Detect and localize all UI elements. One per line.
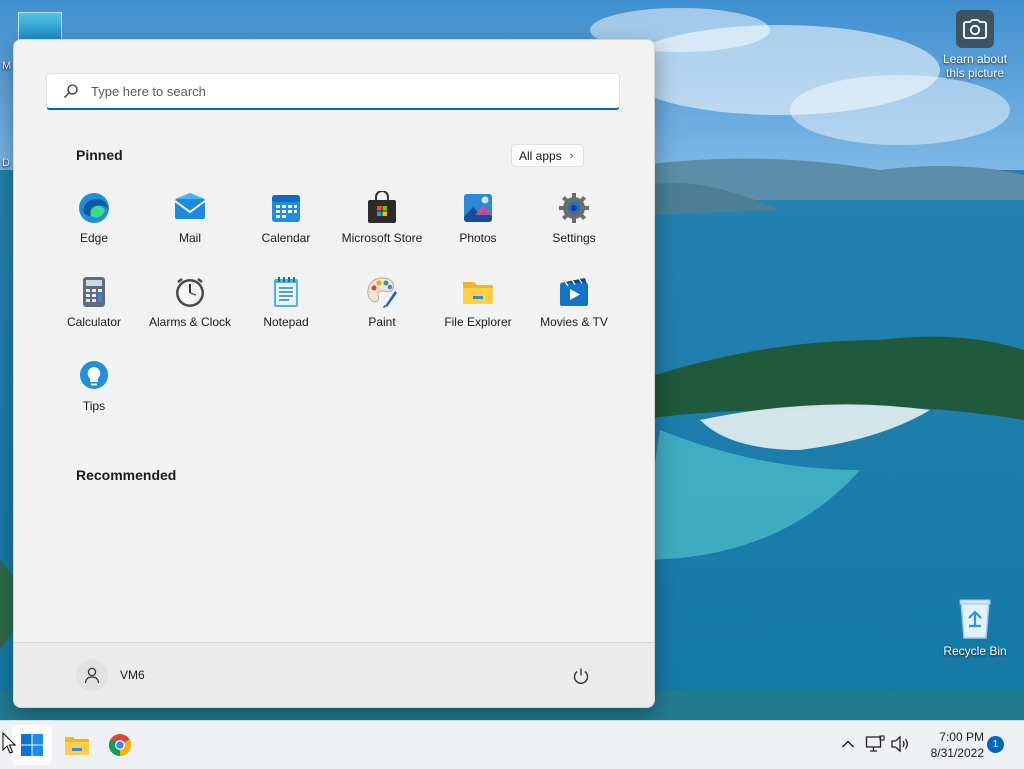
app-label: Photos bbox=[459, 231, 497, 245]
folder-icon bbox=[65, 737, 89, 755]
tips-icon bbox=[80, 361, 108, 389]
app-label: Microsoft Store bbox=[341, 231, 423, 245]
clock-icon bbox=[176, 278, 204, 307]
taskbar-file-explorer[interactable] bbox=[57, 725, 97, 765]
pinned-app-microsoft-store[interactable]: Microsoft Store bbox=[334, 186, 430, 256]
network-icon bbox=[865, 735, 885, 752]
calendar-icon bbox=[272, 195, 300, 222]
mail-icon bbox=[174, 193, 206, 219]
pinned-app-calculator[interactable]: Calculator bbox=[46, 270, 142, 340]
power-icon bbox=[573, 668, 589, 684]
store-icon bbox=[368, 191, 396, 223]
chevron-right-icon: › bbox=[569, 149, 574, 162]
recycle-bin-shortcut[interactable]: Recycle Bin bbox=[940, 596, 1010, 658]
pinned-app-edge[interactable]: Edge bbox=[46, 186, 142, 256]
all-apps-button[interactable]: All apps › bbox=[511, 144, 585, 167]
notification-badge[interactable]: 1 bbox=[987, 736, 1004, 753]
calculator-icon bbox=[83, 277, 105, 307]
gear-icon bbox=[559, 193, 589, 223]
user-account-button[interactable]: VM6 bbox=[76, 659, 145, 691]
pinned-app-mail[interactable]: Mail bbox=[142, 186, 238, 256]
volume-button[interactable] bbox=[888, 731, 912, 757]
app-label: Calendar bbox=[261, 231, 311, 245]
show-hidden-icons-button[interactable] bbox=[836, 731, 860, 757]
app-label: Calculator bbox=[66, 315, 122, 329]
app-label: Alarms & Clock bbox=[148, 315, 231, 329]
chevron-up-icon bbox=[842, 740, 854, 748]
pinned-app-photos[interactable]: Photos bbox=[430, 186, 526, 256]
pinned-app-calendar[interactable]: Calendar bbox=[238, 186, 334, 256]
pinned-app-notepad[interactable]: Notepad bbox=[238, 270, 334, 340]
app-label: Notepad bbox=[263, 315, 309, 329]
start-menu-footer: VM6 bbox=[14, 642, 654, 707]
recycle-bin-label: Recycle Bin bbox=[943, 644, 1007, 658]
clock-time: 7:00 PM bbox=[939, 730, 984, 744]
pinned-section-title: Pinned bbox=[76, 147, 123, 163]
user-avatar-icon bbox=[76, 659, 108, 691]
recommended-section-title: Recommended bbox=[76, 467, 177, 483]
search-input[interactable] bbox=[89, 82, 573, 100]
app-label: Tips bbox=[82, 399, 106, 413]
folder-icon bbox=[463, 282, 493, 304]
chrome-icon bbox=[109, 734, 131, 756]
clock-date: 8/31/2022 bbox=[930, 746, 984, 760]
search-box[interactable] bbox=[46, 73, 620, 110]
camera-icon bbox=[956, 10, 994, 48]
all-apps-label: All apps bbox=[519, 148, 562, 163]
app-label: Movies & TV bbox=[540, 315, 608, 329]
edge-icon bbox=[79, 193, 109, 223]
notepad-icon bbox=[274, 277, 298, 307]
photos-icon bbox=[464, 194, 492, 222]
windows-logo-icon bbox=[21, 734, 43, 756]
speaker-icon bbox=[891, 735, 908, 753]
taskbar: 7:00 PM 8/31/2022 1 bbox=[0, 720, 1024, 769]
pinned-app-paint[interactable]: Paint bbox=[334, 270, 430, 340]
movies-icon bbox=[560, 278, 588, 306]
paint-icon bbox=[367, 277, 397, 308]
start-menu: Pinned All apps › Edge Mail Calendar Mic… bbox=[13, 39, 655, 708]
app-label: Paint bbox=[368, 315, 396, 329]
pinned-app-tips[interactable]: Tips bbox=[46, 354, 142, 424]
start-button[interactable] bbox=[12, 725, 52, 765]
learn-about-picture-label: Learn about this picture bbox=[942, 52, 1008, 80]
app-label: Settings bbox=[552, 231, 596, 245]
pinned-app-alarms-clock[interactable]: Alarms & Clock bbox=[142, 270, 238, 340]
recycle-bin-icon bbox=[955, 596, 995, 640]
pinned-app-file-explorer[interactable]: File Explorer bbox=[430, 270, 526, 340]
desktop-icon-label: D bbox=[2, 157, 10, 169]
learn-about-picture-button[interactable]: Learn about this picture bbox=[938, 10, 1012, 80]
system-clock[interactable]: 7:00 PM 8/31/2022 bbox=[912, 729, 984, 761]
pinned-app-settings[interactable]: Settings bbox=[526, 186, 622, 256]
search-icon bbox=[64, 84, 78, 98]
mouse-cursor-icon bbox=[2, 732, 16, 754]
network-button[interactable] bbox=[863, 731, 887, 757]
app-label: Edge bbox=[79, 231, 109, 245]
desktop-icon-label: M bbox=[2, 60, 12, 72]
user-name: VM6 bbox=[120, 668, 145, 682]
taskbar-chrome[interactable] bbox=[100, 725, 140, 765]
pinned-app-movies-tv[interactable]: Movies & TV bbox=[526, 270, 622, 340]
app-label: Mail bbox=[178, 231, 201, 245]
app-label: File Explorer bbox=[444, 315, 512, 329]
desktop-shortcut-icon[interactable] bbox=[18, 12, 62, 42]
power-button[interactable] bbox=[568, 663, 594, 689]
